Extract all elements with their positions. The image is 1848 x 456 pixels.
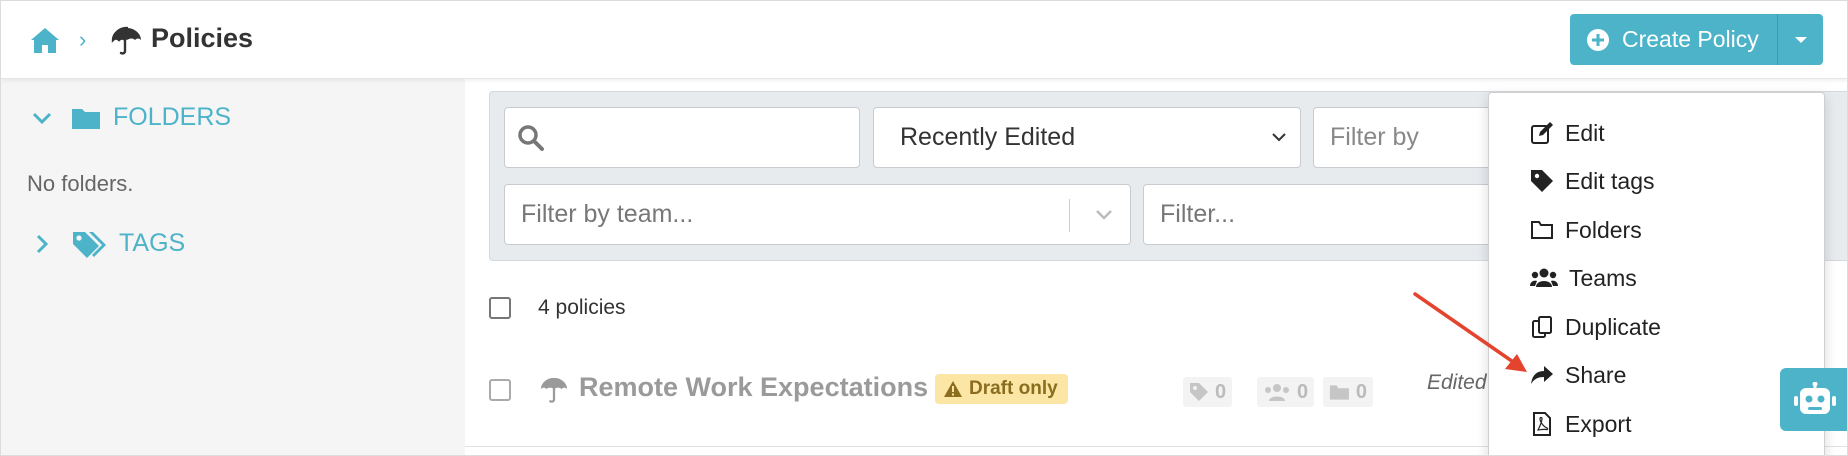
folder-icon xyxy=(1531,221,1553,239)
plus-circle-icon xyxy=(1587,28,1609,51)
no-folders-text: No folders. xyxy=(27,171,134,196)
select-divider xyxy=(1069,199,1070,232)
search-icon xyxy=(518,124,544,151)
draft-badge: Draft only xyxy=(935,374,1068,404)
caret-down-icon xyxy=(1794,36,1807,43)
menu-item-label: Edit xyxy=(1565,119,1605,146)
folders-count: 0 xyxy=(1355,380,1367,403)
create-policy-label: Create Policy xyxy=(1622,26,1759,52)
folders-label: FOLDERS xyxy=(113,103,232,131)
menu-item-label: Export xyxy=(1565,410,1632,437)
warning-icon xyxy=(944,381,962,397)
edit-icon xyxy=(1531,122,1553,144)
sort-select[interactable]: Recently Edited xyxy=(873,107,1301,168)
filter-input[interactable]: Filter... xyxy=(1143,184,1543,245)
filter-placeholder: Filter... xyxy=(1160,200,1236,228)
menu-item-label: Folders xyxy=(1565,216,1642,243)
team-filter-select[interactable]: Filter by team... xyxy=(504,184,1131,245)
chatbot-button[interactable] xyxy=(1780,368,1847,431)
menu-item-label: Share xyxy=(1565,361,1627,388)
tag-icon xyxy=(1531,170,1553,192)
umbrella-icon xyxy=(111,26,141,55)
folder-icon xyxy=(1329,385,1349,400)
menu-item-export[interactable]: Export xyxy=(1489,402,1824,446)
breadcrumb-separator: › xyxy=(79,27,87,52)
draft-badge-label: Draft only xyxy=(969,378,1058,399)
menu-item-folders[interactable]: Folders xyxy=(1489,208,1824,252)
sidebar: FOLDERS No folders. TAGS xyxy=(1,79,465,455)
chevron-down-icon xyxy=(32,112,52,124)
create-policy-dropdown-toggle[interactable] xyxy=(1777,14,1823,65)
teams-count-chip: 0 xyxy=(1257,377,1315,407)
policy-title-link[interactable]: Remote Work Expectations xyxy=(579,372,928,403)
annotation-arrow-icon xyxy=(1413,292,1527,372)
tag-icon xyxy=(1190,383,1208,401)
search-input[interactable] xyxy=(504,107,860,168)
tags-section-toggle[interactable]: TAGS xyxy=(31,229,185,258)
menu-item-edit-tags[interactable]: Edit tags xyxy=(1489,159,1824,203)
row-checkbox[interactable] xyxy=(489,379,511,401)
menu-item-label: Edit tags xyxy=(1565,167,1655,194)
create-policy-button[interactable]: Create Policy xyxy=(1570,14,1777,65)
umbrella-icon xyxy=(540,377,568,403)
tags-count: 0 xyxy=(1215,380,1227,403)
users-icon xyxy=(1265,384,1289,401)
folders-section-toggle[interactable]: FOLDERS xyxy=(31,103,231,132)
tags-count-chip: 0 xyxy=(1183,377,1233,407)
sort-value: Recently Edited xyxy=(900,123,1076,151)
create-policy-group: Create Policy xyxy=(1570,14,1823,65)
folders-count-chip: 0 xyxy=(1323,377,1373,407)
menu-item-label: Teams xyxy=(1569,264,1637,291)
filter-by-placeholder: Filter by xyxy=(1330,123,1419,151)
menu-item-label: Duplicate xyxy=(1565,313,1661,340)
pdf-file-icon xyxy=(1533,412,1551,436)
policy-actions-menu: Edit Edit tags Folders Teams Duplicate S… xyxy=(1488,92,1825,455)
teams-count: 0 xyxy=(1297,380,1309,403)
folder-icon xyxy=(72,108,100,129)
tags-label: TAGS xyxy=(119,229,186,257)
page-title: Policies xyxy=(151,23,254,53)
app-window: › Policies Create Policy FOLDERS No fold… xyxy=(0,0,1848,456)
menu-item-edit[interactable]: Edit xyxy=(1489,111,1824,155)
robot-icon xyxy=(1793,381,1836,414)
chevron-down-icon xyxy=(1096,210,1112,220)
policy-count: 4 policies xyxy=(538,296,626,319)
team-filter-placeholder: Filter by team... xyxy=(521,200,694,228)
select-all-checkbox[interactable] xyxy=(489,297,511,319)
tags-icon xyxy=(73,231,106,258)
home-icon[interactable] xyxy=(29,25,61,55)
top-header: › Policies Create Policy xyxy=(1,1,1847,79)
chevron-right-icon xyxy=(36,234,49,253)
chevron-down-icon xyxy=(1272,133,1286,142)
